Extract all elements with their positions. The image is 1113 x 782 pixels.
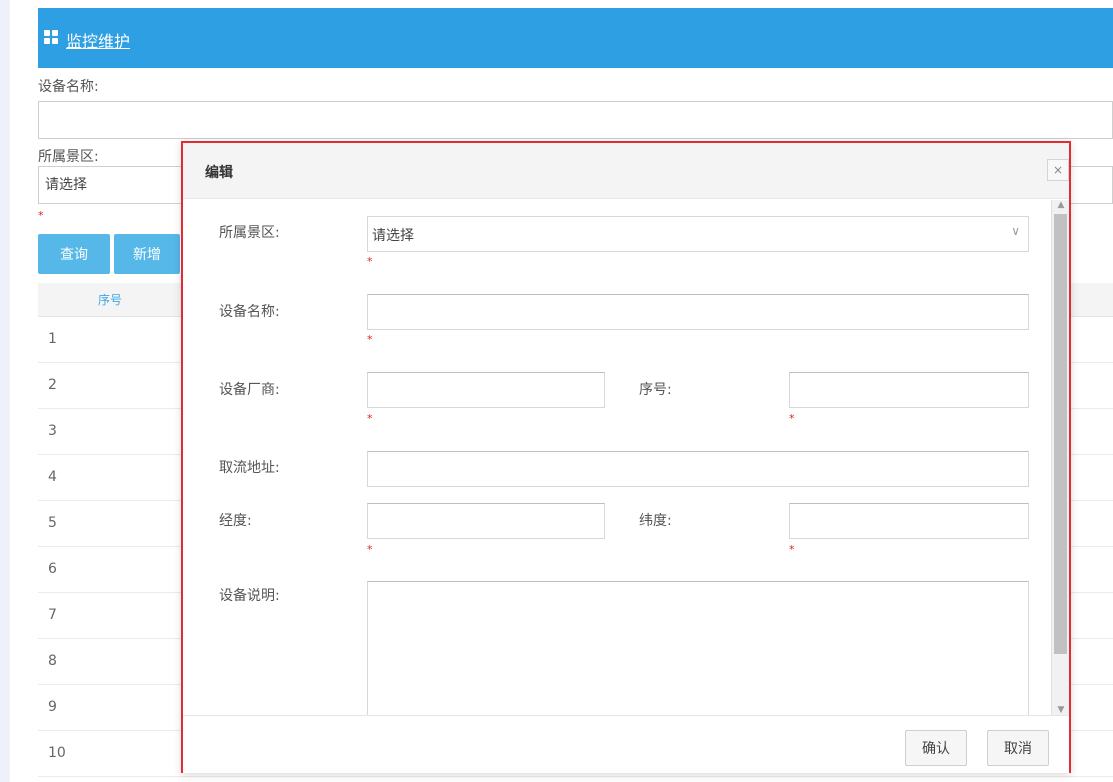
- required-mark: *: [789, 543, 795, 556]
- grid-icon: [44, 30, 58, 44]
- query-button[interactable]: 查询: [38, 234, 110, 274]
- left-panel-strip: [0, 0, 10, 782]
- area-select-value: 请选择: [45, 177, 87, 193]
- latitude-field-input[interactable]: [789, 503, 1029, 539]
- required-mark: *: [367, 333, 373, 346]
- add-button[interactable]: 新增: [114, 234, 180, 274]
- row-number: 10: [48, 745, 66, 761]
- dialog-body: 所属景区: 请选择 ∨ * 设备名称: * 设备厂商: * 序号: * 取流地址…: [183, 200, 1069, 715]
- row-number: 3: [48, 423, 57, 439]
- row-number: 1: [48, 331, 57, 347]
- area-label: 所属景区:: [38, 149, 99, 165]
- latitude-field-label: 纬度:: [639, 513, 672, 529]
- row-number: 2: [48, 377, 57, 393]
- row-number: 9: [48, 699, 57, 715]
- description-textarea[interactable]: [367, 581, 1029, 715]
- column-header-no[interactable]: 序号: [98, 291, 122, 308]
- close-icon[interactable]: ×: [1047, 159, 1069, 181]
- required-mark: *: [789, 412, 795, 425]
- page-title[interactable]: 监控维护: [66, 28, 130, 52]
- vendor-field-input[interactable]: [367, 372, 605, 408]
- longitude-field-label: 经度:: [219, 513, 252, 529]
- row-number: 6: [48, 561, 57, 577]
- row-number: 4: [48, 469, 57, 485]
- device-name-label: 设备名称:: [38, 79, 99, 95]
- dialog-footer: 确认 取消: [183, 715, 1069, 773]
- area-field-label: 所属景区:: [219, 225, 280, 241]
- longitude-field-input[interactable]: [367, 503, 605, 539]
- serial-field-label: 序号:: [639, 382, 672, 398]
- cancel-button[interactable]: 取消: [987, 730, 1049, 766]
- row-number: 5: [48, 515, 57, 531]
- device-name-field-input[interactable]: [367, 294, 1029, 330]
- device-name-input[interactable]: [38, 101, 1113, 139]
- required-mark: *: [367, 412, 373, 425]
- area-field-select[interactable]: 请选择 ∨: [367, 216, 1029, 252]
- dialog-scrollbar[interactable]: ▲ ▼: [1051, 200, 1069, 715]
- dialog-header: 编辑 ×: [183, 143, 1069, 199]
- device-name-field-label: 设备名称:: [219, 304, 280, 320]
- row-number: 7: [48, 607, 57, 623]
- page-header: 监控维护: [38, 8, 1113, 68]
- chevron-down-icon: ∨: [1011, 224, 1020, 238]
- vendor-field-label: 设备厂商:: [219, 382, 280, 398]
- required-mark: *: [367, 543, 373, 556]
- row-number: 8: [48, 653, 57, 669]
- serial-field-input[interactable]: [789, 372, 1029, 408]
- area-field-value: 请选择: [372, 228, 414, 244]
- stream-url-field-label: 取流地址:: [219, 460, 280, 476]
- scroll-down-icon[interactable]: ▼: [1055, 705, 1067, 715]
- required-mark: *: [367, 255, 373, 268]
- scroll-thumb[interactable]: [1054, 214, 1067, 654]
- edit-dialog: 编辑 × 所属景区: 请选择 ∨ * 设备名称: * 设备厂商: * 序号: *…: [181, 141, 1071, 773]
- required-mark: *: [38, 209, 44, 222]
- scroll-up-icon[interactable]: ▲: [1055, 200, 1067, 210]
- dialog-title: 编辑: [205, 165, 233, 181]
- stream-url-field-input[interactable]: [367, 451, 1029, 487]
- description-field-label: 设备说明:: [219, 588, 280, 604]
- confirm-button[interactable]: 确认: [905, 730, 967, 766]
